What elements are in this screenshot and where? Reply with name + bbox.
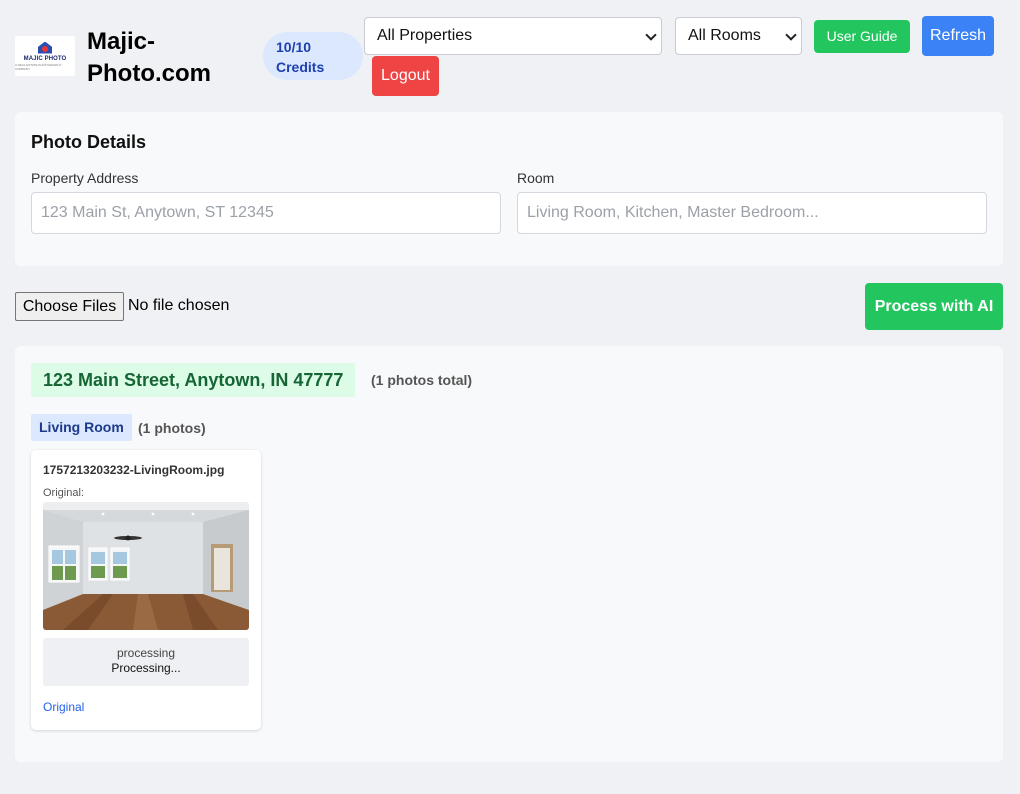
original-label: Original: <box>43 487 84 499</box>
property-filter-value: All Properties <box>377 27 473 44</box>
logout-button[interactable]: Logout <box>372 56 439 96</box>
results-panel: 123 Main Street, Anytown, IN 47777 (1 ph… <box>15 346 1003 762</box>
chevron-down-icon <box>785 29 797 41</box>
room-label: Room <box>517 170 555 186</box>
house-icon <box>38 41 52 54</box>
logo-subtext: A REAL ESTATE PHOTOGRAPHY COMPANY <box>15 62 62 71</box>
status-state: processing <box>116 646 176 660</box>
user-guide-button[interactable]: User Guide <box>814 20 910 53</box>
process-ai-button[interactable]: Process with AI <box>865 283 1003 330</box>
address-label: Property Address <box>31 170 139 186</box>
credits-badge: 10/10 Credits <box>263 32 363 80</box>
status-message: Processing... <box>111 661 181 675</box>
photo-details-panel: Photo Details Property Address 123 Main … <box>15 112 1003 266</box>
address-input[interactable]: 123 Main St, Anytown, ST 12345 <box>31 192 501 234</box>
property-filter-select[interactable]: All Properties <box>364 17 662 55</box>
refresh-button[interactable]: Refresh <box>922 16 994 56</box>
logo-text: MAJIC PHOTO <box>23 55 67 62</box>
living-room-image <box>43 502 249 630</box>
room-filter-select[interactable]: All Rooms <box>675 17 802 55</box>
photo-filename: 1757213203232-LivingRoom.jpg <box>43 463 225 477</box>
room-badge: Living Room <box>31 414 132 441</box>
panel-title: Photo Details <box>31 132 147 152</box>
choose-files-button[interactable]: Choose Files <box>15 292 124 321</box>
room-input[interactable]: Living Room, Kitchen, Master Bedroom... <box>517 192 987 234</box>
property-address-badge: 123 Main Street, Anytown, IN 47777 <box>31 363 356 397</box>
room-photo[interactable] <box>43 502 249 630</box>
room-filter-value: All Rooms <box>688 27 761 44</box>
logo: MAJIC PHOTO A REAL ESTATE PHOTOGRAPHY CO… <box>15 36 75 76</box>
photo-card: 1757213203232-LivingRoom.jpg Original: p… <box>31 450 261 730</box>
total-count: (1 photos total) <box>371 372 473 388</box>
original-link[interactable]: Original <box>43 700 84 714</box>
file-status: No file chosen <box>128 297 230 314</box>
chevron-down-icon <box>645 29 657 41</box>
brand-title: Majic-Photo.com <box>87 28 211 87</box>
processing-status: processing Processing... <box>43 638 249 686</box>
room-count: (1 photos) <box>138 420 206 436</box>
